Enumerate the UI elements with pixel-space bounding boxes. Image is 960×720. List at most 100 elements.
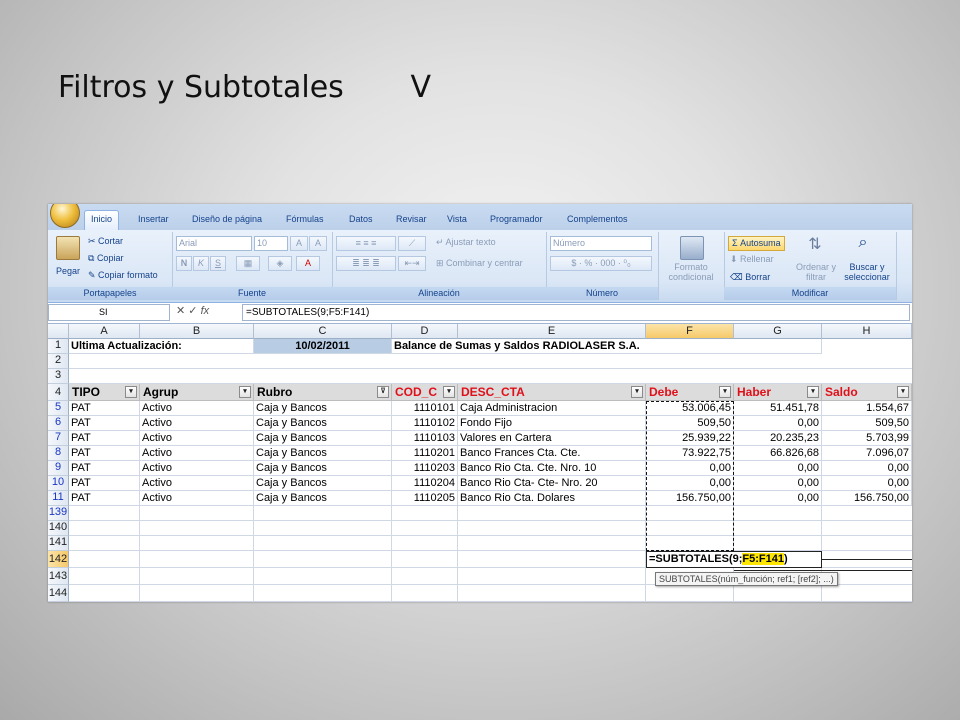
cell-debe[interactable]: 0,00 [646,461,734,476]
shrink-font-button[interactable]: A [309,236,327,251]
cell-agrup[interactable]: Activo [140,476,254,491]
tab-formulas[interactable]: Fórmulas [286,214,324,224]
cell-desc[interactable]: Fondo Fijo [458,416,646,431]
cell-rubro[interactable]: Caja y Bancos [254,401,392,416]
cell-agrup[interactable]: Activo [140,461,254,476]
formula-input[interactable]: =SUBTOTALES(9;F5:F141) [242,304,910,321]
column-header-f[interactable]: F [646,324,734,339]
grow-font-button[interactable]: A [290,236,308,251]
row-140-cells[interactable] [69,521,912,536]
cell-tipo[interactable]: PAT [69,476,140,491]
row-144-cells[interactable] [69,585,912,602]
cell-tipo[interactable]: PAT [69,461,140,476]
fill-button[interactable]: ⬇ Rellenar [730,254,774,265]
cell-rubro[interactable]: Caja y Bancos [254,461,392,476]
cell-cod[interactable]: 1110101 [392,401,458,416]
row-header[interactable]: 6 [48,416,69,431]
row-header[interactable]: 5 [48,401,69,416]
fill-color-icon[interactable]: ◈ [268,256,292,271]
tab-complementos[interactable]: Complementos [567,214,628,224]
fx-icon[interactable]: fx [201,305,210,317]
row-header[interactable]: 9 [48,461,69,476]
orientation-icon[interactable]: ⟋ [398,236,426,251]
cell-rubro[interactable]: Caja y Bancos [254,416,392,431]
row-header[interactable]: 140 [48,521,69,536]
cell-haber[interactable]: 51.451,78 [734,401,822,416]
filter-dropdown-icon[interactable]: ▾ [719,386,731,398]
cell-c1[interactable]: 10/02/2011 [254,339,392,354]
row-2-cells[interactable] [69,354,912,369]
cell-debe[interactable]: 53.006,45 [646,401,734,416]
cell-saldo[interactable]: 509,50 [822,416,912,431]
cell-tipo[interactable]: PAT [69,401,140,416]
cell-saldo[interactable]: 0,00 [822,476,912,491]
row-header[interactable]: 10 [48,476,69,491]
cell-desc[interactable]: Banco Rio Cta. Cte. Nro. 10 [458,461,646,476]
cell-haber[interactable]: 0,00 [734,476,822,491]
merge-center-button[interactable]: ⊞ Combinar y centrar [436,258,523,269]
filter-dropdown-icon[interactable]: ▾ [443,386,455,398]
conditional-format-button[interactable]: Formato condicional [662,262,720,282]
find-select-button[interactable]: Buscar y seleccionar [840,262,894,282]
cell-debe[interactable]: 156.750,00 [646,491,734,506]
cell-haber[interactable]: 0,00 [734,416,822,431]
paste-button[interactable]: Pegar [56,266,80,276]
cell-desc[interactable]: Banco Frances Cta. Cte. [458,446,646,461]
tab-inicio[interactable]: Inicio [84,210,120,230]
cell-rubro[interactable]: Caja y Bancos [254,476,392,491]
sort-filter-button[interactable]: Ordenar y filtrar [794,262,838,282]
cell-saldo[interactable]: 7.096,07 [822,446,912,461]
column-header-a[interactable]: A [69,324,140,339]
column-header-c[interactable]: C [254,324,392,339]
row-header[interactable]: 142 [48,551,69,568]
cell-debe[interactable]: 73.922,75 [646,446,734,461]
format-painter-button[interactable]: ✎ Copiar formato [88,270,158,281]
tab-vista[interactable]: Vista [447,214,467,224]
cut-button[interactable]: ✂ Cortar [88,236,123,247]
tab-revisar[interactable]: Revisar [396,214,427,224]
name-box[interactable]: SI [48,304,170,321]
filter-dropdown-icon[interactable]: ▾ [897,386,909,398]
row-141-cells[interactable] [69,536,912,551]
cell-haber[interactable]: 0,00 [734,461,822,476]
cell-rubro[interactable]: Caja y Bancos [254,446,392,461]
bold-button[interactable]: N [176,256,192,271]
number-format-icons[interactable]: $ · % · 000 · ⁰₀ [550,256,652,271]
cell-tipo[interactable]: PAT [69,431,140,446]
copy-button[interactable]: ⧉ Copiar [88,253,123,264]
cell-saldo[interactable]: 1.554,67 [822,401,912,416]
row-3-cells[interactable] [69,369,912,384]
cell-desc[interactable]: Valores en Cartera [458,431,646,446]
cell-cod[interactable]: 1110103 [392,431,458,446]
row-header[interactable]: 8 [48,446,69,461]
tab-diseno-pagina[interactable]: Diseño de página [192,214,262,224]
row-header[interactable]: 1 [48,339,69,354]
tab-insertar[interactable]: Insertar [138,214,169,224]
filter-dropdown-icon[interactable]: ▾ [631,386,643,398]
tab-programador[interactable]: Programador [490,214,543,224]
filter-dropdown-icon[interactable]: ▾ [125,386,137,398]
underline-button[interactable]: S [210,256,226,271]
tab-datos[interactable]: Datos [349,214,373,224]
cell-rubro[interactable]: Caja y Bancos [254,491,392,506]
cell-debe[interactable]: 0,00 [646,476,734,491]
font-color-icon[interactable]: A [296,256,320,271]
row-header[interactable]: 7 [48,431,69,446]
cell-desc[interactable]: Caja Administracion [458,401,646,416]
borders-icon[interactable]: ▦ [236,256,260,271]
column-header-d[interactable]: D [392,324,458,339]
office-button-icon[interactable] [50,204,80,228]
row-header[interactable]: 2 [48,354,69,369]
cell-saldo[interactable]: 156.750,00 [822,491,912,506]
row-header[interactable]: 139 [48,506,69,521]
row-header[interactable]: 143 [48,568,69,585]
filter-active-icon[interactable]: ⊽ [377,386,389,398]
number-format-select[interactable]: Número [550,236,652,251]
cell-agrup[interactable]: Activo [140,401,254,416]
row-header[interactable]: 4 [48,384,69,401]
cell-cod[interactable]: 1110201 [392,446,458,461]
cell-agrup[interactable]: Activo [140,431,254,446]
horizontal-align-icon[interactable]: ≣ ≣ ≣ [336,256,396,271]
cell-haber[interactable]: 0,00 [734,491,822,506]
cell-desc[interactable]: Banco Rio Cta. Dolares [458,491,646,506]
